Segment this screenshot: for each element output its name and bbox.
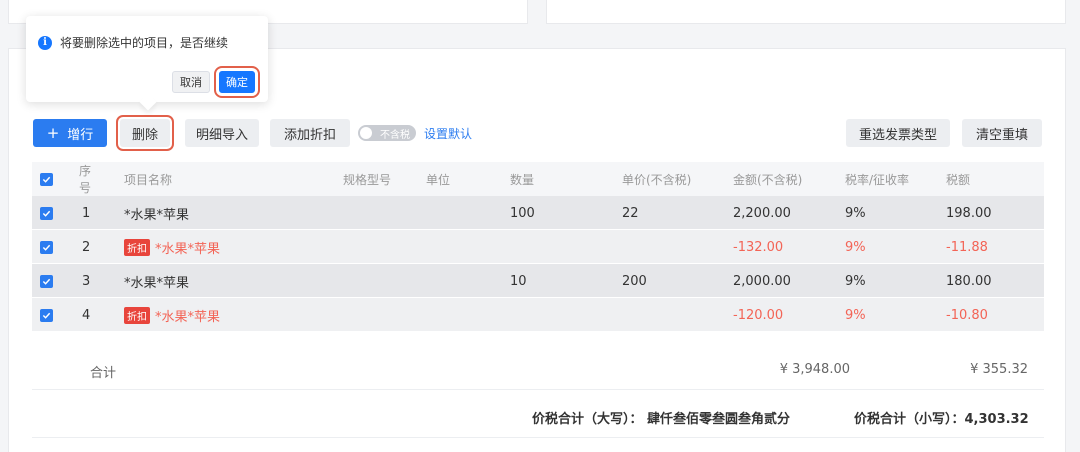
summary-row: 合计 ¥ 3,948.00 ¥ 355.32 [32, 350, 1044, 390]
summary-label: 合计 [90, 366, 117, 381]
table-row-discount[interactable]: 4 折扣 *水果*苹果 -120.00 9% -10.80 [32, 298, 1044, 332]
row-rate[interactable]: 9% [845, 264, 866, 298]
row-rate: 9% [845, 307, 866, 323]
row-name[interactable]: *水果*苹果 [124, 264, 189, 298]
grand-total-upper: 价税合计（大写）： 肆仟叁佰零叁圆叁角贰分 [532, 412, 791, 427]
row-tax: -11.88 [946, 239, 988, 255]
checkbox-checked-icon [40, 274, 53, 288]
info-icon: i [38, 35, 52, 50]
row-qty[interactable]: 10 [510, 264, 527, 298]
row-price[interactable]: 200 [622, 264, 647, 298]
cancel-button[interactable]: 取消 [172, 71, 210, 93]
header-spec: 规格型号 [343, 172, 392, 187]
confirm-message-text: 将要删除选中的项目，是否继续 [60, 36, 229, 50]
row-no: 2 [82, 239, 91, 255]
row-name: *水果*苹果 [155, 309, 221, 325]
tax-included-toggle[interactable]: 不含税 [358, 125, 416, 141]
items-toolbar: + 增行 删除 明细导入 添加折扣 不含税 设置默认 重选发票类型 清空重填 [0, 115, 1080, 151]
row-amount: -132.00 [733, 239, 784, 255]
row-checkbox[interactable] [40, 230, 53, 264]
table-row[interactable]: 3 *水果*苹果 10 200 2,000.00 9% 180.00 [32, 264, 1044, 298]
header-tax: 税额 [946, 172, 971, 187]
clear-refill-button[interactable]: 清空重填 [962, 119, 1042, 147]
row-checkbox[interactable] [40, 264, 53, 298]
summary-tax-total: ¥ 355.32 [970, 362, 1028, 377]
top-card-right [546, 0, 1066, 24]
row-checkbox[interactable] [40, 196, 53, 230]
toggle-knob [360, 127, 372, 139]
header-qty: 数量 [510, 172, 535, 187]
row-amount[interactable]: 2,000.00 [733, 264, 791, 298]
delete-button[interactable]: 删除 [116, 115, 174, 151]
row-tax: -10.80 [946, 307, 988, 323]
checkbox-checked-icon [40, 206, 53, 220]
plus-icon: + [46, 124, 60, 142]
reselect-invoice-type-button[interactable]: 重选发票类型 [846, 119, 950, 147]
checkbox-checked-icon [40, 308, 53, 322]
row-checkbox[interactable] [40, 298, 53, 332]
header-amount: 金额(不含税) [733, 172, 803, 187]
table-row-discount[interactable]: 2 折扣 *水果*苹果 -132.00 9% -11.88 [32, 230, 1044, 264]
header-rate: 税率/征收率 [845, 172, 910, 187]
row-name-cell: 折扣 *水果*苹果 [124, 298, 220, 332]
items-table: 序号 项目名称 规格型号 单位 数量 单价(不含税) 金额(不含税) 税率/征收… [32, 162, 1044, 332]
row-rate: 9% [845, 239, 866, 255]
toggle-label: 不含税 [380, 129, 410, 141]
header-no: 序号 [79, 164, 92, 195]
discount-tag: 折扣 [124, 238, 150, 256]
summary-amount-total: ¥ 3,948.00 [779, 362, 850, 377]
row-name: *水果*苹果 [155, 241, 221, 257]
row-tax: 180.00 [946, 273, 992, 289]
grand-total-row: 价税合计（大写）： 肆仟叁佰零叁圆叁角贰分 价税合计（小写）：4,303.32 [32, 392, 1044, 438]
row-price[interactable]: 22 [622, 196, 639, 230]
row-amount[interactable]: 2,200.00 [733, 196, 791, 230]
delete-confirm-popover: i 将要删除选中的项目，是否继续 取消 确定 [26, 16, 268, 111]
confirm-button[interactable]: 确定 [214, 66, 260, 98]
add-discount-button[interactable]: 添加折扣 [270, 119, 350, 147]
row-rate[interactable]: 9% [845, 196, 866, 230]
set-default-link[interactable]: 设置默认 [424, 125, 472, 142]
row-name-cell: 折扣 *水果*苹果 [124, 230, 220, 264]
header-price: 单价(不含税) [622, 172, 692, 187]
confirm-message: i 将要删除选中的项目，是否继续 [38, 34, 228, 51]
import-details-button[interactable]: 明细导入 [185, 119, 259, 147]
row-no: 1 [82, 205, 91, 221]
row-tax: 198.00 [946, 205, 992, 221]
row-no: 3 [82, 273, 91, 289]
grand-total-lower: 价税合计（小写）：4,303.32 [854, 412, 1029, 427]
table-row[interactable]: 1 *水果*苹果 100 22 2,200.00 9% 198.00 [32, 196, 1044, 230]
header-name: 项目名称 [124, 172, 173, 187]
table-header: 序号 项目名称 规格型号 单位 数量 单价(不含税) 金额(不含税) 税率/征收… [32, 162, 1044, 196]
discount-tag: 折扣 [124, 306, 150, 324]
add-row-label: 增行 [67, 127, 94, 143]
checkbox-checked-icon [40, 240, 53, 254]
add-row-button[interactable]: + 增行 [33, 119, 107, 147]
row-name[interactable]: *水果*苹果 [124, 196, 189, 230]
select-all-checkbox[interactable] [40, 162, 53, 196]
row-qty[interactable]: 100 [510, 196, 535, 230]
row-no: 4 [82, 307, 91, 323]
header-unit: 单位 [426, 172, 451, 187]
row-amount: -120.00 [733, 307, 784, 323]
checkbox-checked-icon [40, 172, 53, 186]
